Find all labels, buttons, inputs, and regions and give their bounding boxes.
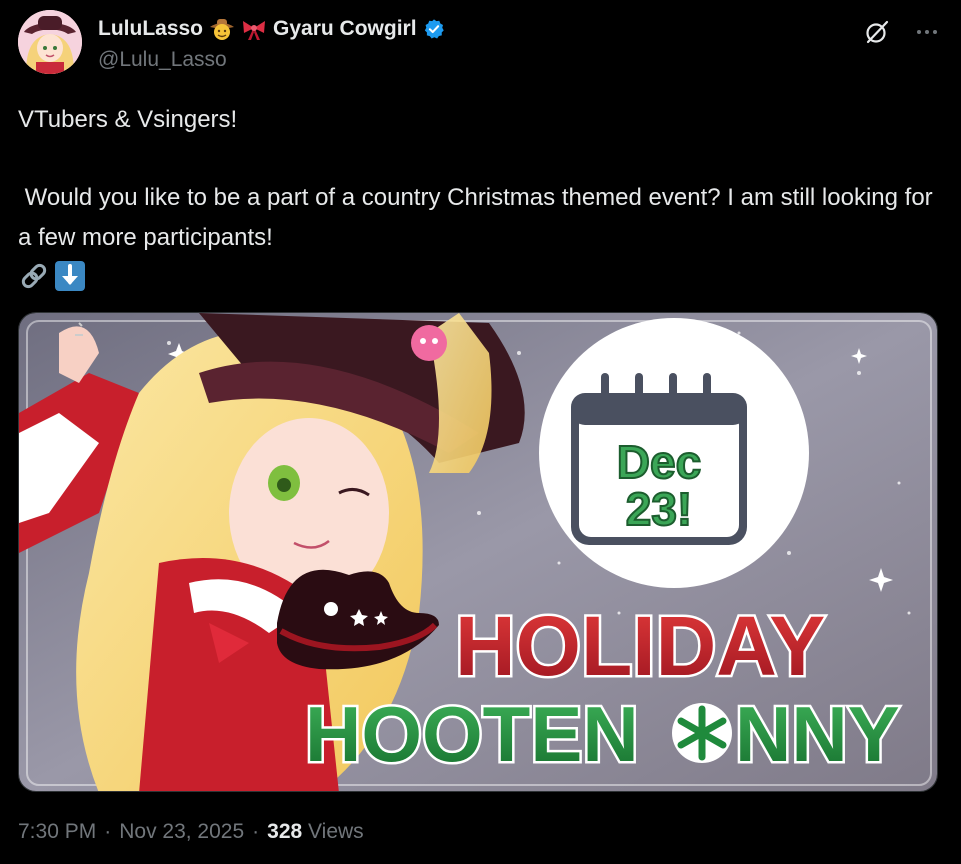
tweet-meta: 7:30 PM · Nov 23, 2025 · 328 Views [18, 820, 364, 844]
tweet-header: LuluLasso Gyaru Cowgirl @Lulu_Lasso [18, 10, 941, 74]
views-count: 328 [267, 820, 303, 843]
title-hooten: HOOTEN [305, 690, 639, 778]
tweet-line-2: Would you like to be a part of a country… [18, 184, 940, 251]
views[interactable]: 328 Views [267, 820, 364, 844]
tweet-time[interactable]: 7:30 PM [18, 820, 96, 844]
title-nny: NNY [735, 690, 900, 778]
header-actions [863, 18, 941, 46]
more-options-icon[interactable] [913, 18, 941, 46]
grok-icon[interactable] [863, 18, 891, 46]
views-label: Views [308, 820, 364, 843]
tweet-line-1: VTubers & Vsingers! [18, 106, 238, 133]
title-holiday: HOLIDAY [455, 599, 825, 693]
ribbon-emoji [243, 21, 266, 40]
avatar-image [18, 10, 82, 74]
avatar[interactable] [18, 10, 82, 74]
emoji-row [18, 260, 943, 292]
date-month: Dec [617, 436, 701, 488]
cowboy-face-emoji [210, 19, 235, 40]
tweet-text: VTubers & Vsingers! Would you like to be… [18, 100, 943, 292]
display-name[interactable]: LuluLasso [98, 17, 203, 41]
author-names: LuluLasso Gyaru Cowgirl @Lulu_Lasso [98, 16, 445, 72]
verified-badge-icon[interactable] [423, 18, 445, 40]
meta-separator: · [252, 820, 260, 843]
author-handle[interactable]: @Lulu_Lasso [98, 48, 445, 72]
media-image[interactable]: Dec 23! HOLIDAY HOOTEN NNY [18, 312, 938, 792]
snowflake-icon [672, 703, 732, 763]
down-arrow-emoji [55, 261, 85, 291]
tweet-date[interactable]: Nov 23, 2025 [119, 820, 244, 844]
meta-separator: · [104, 820, 112, 843]
display-name-row[interactable]: LuluLasso Gyaru Cowgirl [98, 16, 445, 42]
link-emoji [21, 263, 47, 289]
date-day: 23! [626, 483, 692, 535]
holiday-hootenanny-banner: Dec 23! HOLIDAY HOOTEN NNY [19, 313, 937, 791]
display-name-suffix[interactable]: Gyaru Cowgirl [273, 17, 417, 41]
